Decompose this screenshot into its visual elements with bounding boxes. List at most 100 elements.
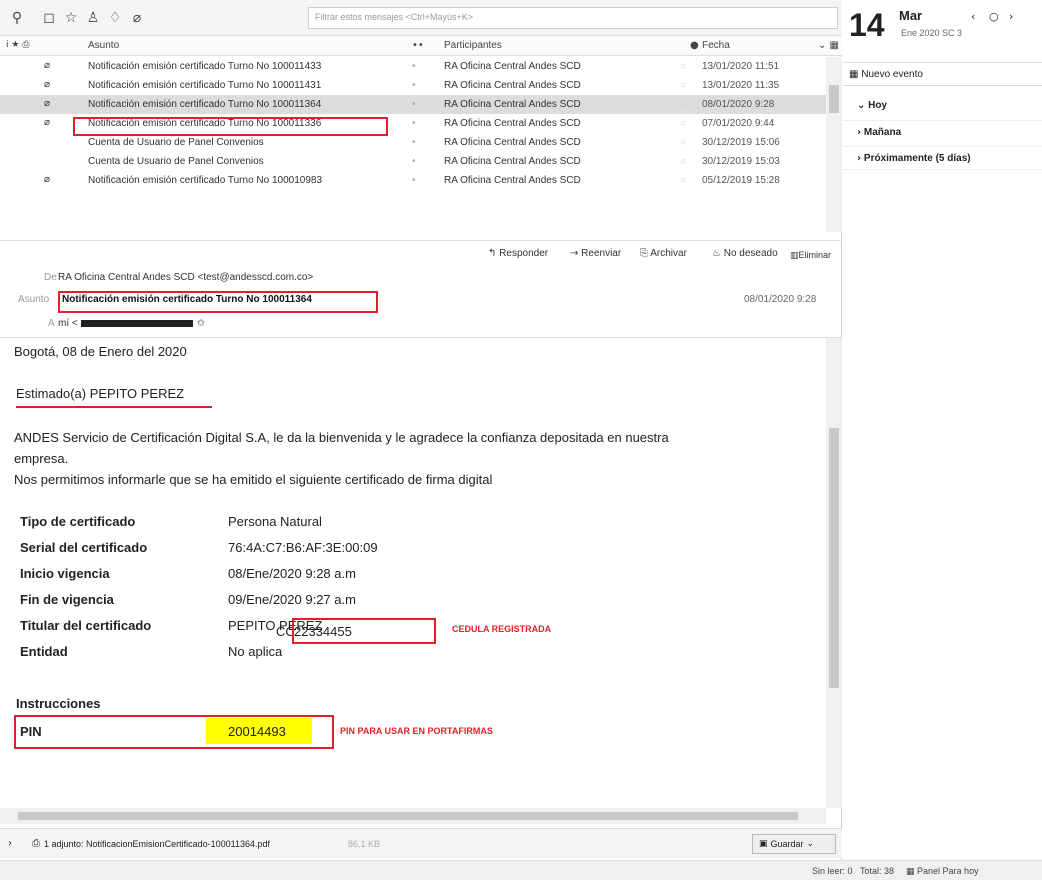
- read-dot-icon[interactable]: ○: [680, 175, 686, 186]
- contact-icon[interactable]: ♙: [84, 9, 102, 27]
- forward-button[interactable]: → Reenviar: [570, 248, 621, 259]
- highlight-selected-subject: [73, 117, 388, 136]
- quick-filter-toolbar: ⚲ ◻ ☆ ♙ ♢ ⌀ Filtrar estos mensajes <Ctrl…: [0, 0, 842, 36]
- field-value: 09/Ene/2020 9:27 a.m: [228, 592, 356, 607]
- row-date: 08/01/2020 9:28: [702, 99, 775, 110]
- prev-day-icon[interactable]: ‹: [971, 10, 975, 23]
- spam-dot-icon[interactable]: •: [412, 137, 416, 148]
- calendar-month-year: Ene 2020: [901, 28, 940, 38]
- column-read-icon[interactable]: ●: [690, 40, 699, 51]
- new-event-icon: ▦: [849, 69, 859, 80]
- spam-dot-icon[interactable]: •: [412, 80, 416, 91]
- field-value: 76:4A:C7:B6:AF:3E:00:09: [228, 540, 378, 555]
- new-event-button[interactable]: ▦ Nuevo evento: [843, 62, 1042, 86]
- subject-label: Asunto: [18, 294, 50, 305]
- field-value: 08/Ene/2020 9:28 a.m: [228, 566, 356, 581]
- next-day-icon[interactable]: ›: [1009, 10, 1013, 23]
- spam-dot-icon[interactable]: •: [412, 175, 416, 186]
- pin-annotation: PIN PARA USAR EN PORTAFIRMAS: [340, 726, 493, 736]
- spam-dot-icon[interactable]: •: [412, 118, 416, 129]
- column-spam-icon[interactable]: ••: [412, 40, 424, 51]
- agenda-today[interactable]: ⌄ Hoy: [843, 94, 1042, 118]
- read-dot-icon[interactable]: ○: [680, 156, 686, 167]
- message-body-scrollbar[interactable]: [826, 338, 842, 808]
- reply-button[interactable]: ↰ Responder: [488, 248, 548, 259]
- row-subject: Notificación emisión certificado Turno N…: [88, 61, 322, 72]
- today-pane: 14 Mar Ene 2020 SC 3 ‹ ○ › ▦ Nuevo event…: [843, 0, 1042, 860]
- field-label: Fin de vigencia: [20, 592, 114, 607]
- row-participants: RA Oficina Central Andes SCD: [444, 80, 581, 91]
- attachment-icon: ⌀: [44, 174, 51, 185]
- row-subject: Notificación emisión certificado Turno N…: [88, 175, 323, 186]
- row-date: 13/01/2020 11:35: [702, 80, 780, 91]
- archive-icon: ⎘: [640, 248, 648, 259]
- row-participants: RA Oficina Central Andes SCD: [444, 175, 581, 186]
- chevron-down-icon: ⌄: [857, 100, 866, 111]
- star-icon[interactable]: ✩: [197, 318, 205, 329]
- column-subject[interactable]: Asunto: [88, 40, 119, 51]
- attachment-icon[interactable]: ⌀: [128, 9, 146, 27]
- chevron-right-icon: ›: [857, 153, 862, 164]
- forward-icon: →: [570, 248, 579, 259]
- row-participants: RA Oficina Central Andes SCD: [444, 61, 581, 72]
- field-label: Serial del certificado: [20, 540, 148, 555]
- from-value[interactable]: RA Oficina Central Andes SCD <test@andes…: [58, 272, 313, 283]
- column-date[interactable]: Fecha: [702, 40, 730, 51]
- expand-attachments-icon[interactable]: ›: [8, 838, 12, 849]
- date-line: Bogotá, 08 de Enero del 2020: [14, 344, 187, 359]
- spam-dot-icon[interactable]: •: [412, 99, 416, 110]
- to-value[interactable]: mí < ✩: [58, 318, 205, 329]
- row-participants: RA Oficina Central Andes SCD: [444, 156, 581, 167]
- junk-button[interactable]: ♨ No deseado: [712, 248, 778, 259]
- read-dot-icon[interactable]: ○: [680, 137, 686, 148]
- field-label: Tipo de certificado: [20, 514, 136, 529]
- unread-icon[interactable]: ◻: [40, 9, 58, 27]
- message-list-scrollbar[interactable]: [826, 57, 842, 232]
- from-label: De: [44, 272, 57, 283]
- total-count: Total: 38: [860, 866, 895, 876]
- read-dot-icon[interactable]: ○: [680, 118, 686, 129]
- field-label: Titular del certificado: [20, 618, 152, 633]
- field-value: No aplica: [228, 644, 283, 659]
- row-subject: Cuenta de Usuario de Panel Convenios: [88, 137, 264, 148]
- table-row[interactable]: ⌀ Notificación emisión certificado Turno …: [0, 171, 826, 190]
- table-row[interactable]: ⌀ Notificación emisión certificado Turno …: [0, 57, 826, 76]
- table-row[interactable]: Cuenta de Usuario de Panel Convenios • RA …: [0, 152, 826, 171]
- save-icon: ▣: [759, 839, 768, 849]
- read-dot-icon[interactable]: ○: [680, 61, 686, 72]
- read-dot-icon[interactable]: ○: [680, 99, 686, 110]
- highlight-pin: [14, 715, 334, 749]
- message-body: Bogotá, 08 de Enero del 2020 Estimado(a)…: [0, 338, 826, 808]
- save-attachment-button[interactable]: ▣ Guardar ⌄: [752, 834, 836, 854]
- tag-icon[interactable]: ♢: [106, 9, 124, 27]
- highlight-header-subject: [58, 291, 378, 313]
- spam-dot-icon[interactable]: •: [412, 61, 416, 72]
- star-icon[interactable]: ☆: [62, 9, 80, 27]
- welcome-line-1: ANDES Servicio de Certificación Digital …: [14, 430, 669, 445]
- calendar-week: SC 3: [942, 28, 963, 38]
- filter-input[interactable]: Filtrar estos mensajes <Ctrl+Mayús+K>: [308, 7, 838, 29]
- read-dot-icon[interactable]: ○: [680, 80, 686, 91]
- row-date: 07/01/2020 9:44: [702, 118, 775, 129]
- message-body-hscrollbar[interactable]: [0, 808, 826, 824]
- field-value: Persona Natural: [228, 514, 322, 529]
- row-date: 30/12/2019 15:03: [702, 156, 780, 167]
- chevron-down-icon[interactable]: ⌄: [807, 839, 815, 849]
- agenda-upcoming[interactable]: › Próximamente (5 días): [843, 146, 1042, 170]
- today-pane-toggle[interactable]: ▦ Panel Para hoy: [906, 866, 979, 877]
- archive-button[interactable]: ⎘ Archivar: [640, 248, 687, 259]
- attachment-text[interactable]: 1 adjunto: NotificacionEmisionCertificad…: [44, 839, 270, 849]
- thread-icon[interactable]: ⚲: [8, 9, 26, 27]
- row-date: 30/12/2019 15:06: [702, 137, 780, 148]
- delete-button[interactable]: ▥Eliminar: [790, 250, 831, 261]
- column-picker-icon[interactable]: ⌄ ▦: [818, 40, 839, 51]
- table-row[interactable]: ⌀ Notificación emisión certificado Turno …: [0, 95, 826, 114]
- column-participants[interactable]: Participantes: [444, 40, 502, 51]
- thread-column-icon[interactable]: ⅰ ★ ⎙: [6, 40, 30, 50]
- today-circle-icon[interactable]: ○: [989, 10, 999, 23]
- table-row[interactable]: ⌀ Notificación emisión certificado Turno …: [0, 76, 826, 95]
- attachment-bar: › ⎙ 1 adjunto: NotificacionEmisionCertif…: [0, 828, 842, 858]
- spam-dot-icon[interactable]: •: [412, 156, 416, 167]
- welcome-line-2: empresa.: [14, 451, 69, 466]
- agenda-tomorrow[interactable]: › Mañana: [843, 120, 1042, 144]
